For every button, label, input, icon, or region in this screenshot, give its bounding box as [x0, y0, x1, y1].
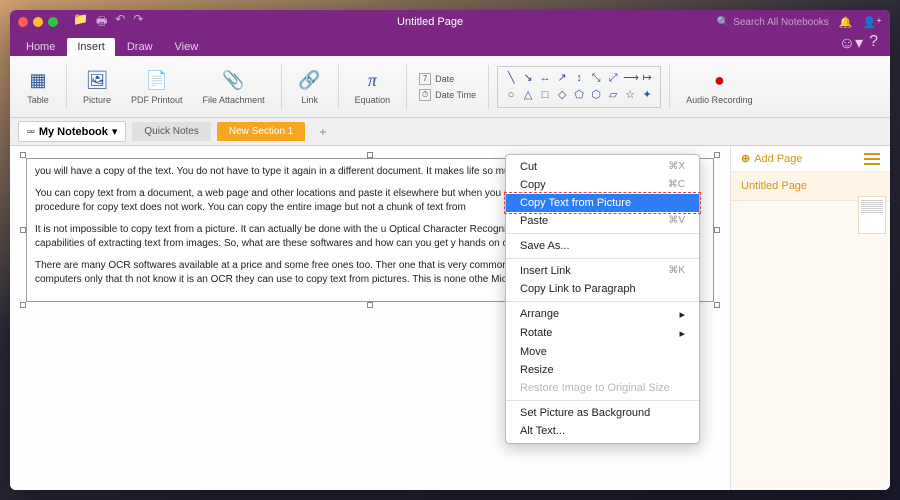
ribbon-tabs: Home Insert Draw View ☺▾ ? [10, 34, 890, 56]
date-icon: 7 [419, 73, 431, 85]
tab-home[interactable]: Home [16, 38, 65, 56]
bell-icon[interactable]: 🔔 [839, 16, 853, 29]
window-title: Untitled Page [143, 16, 716, 28]
folder-icon[interactable]: 📁 [73, 12, 88, 33]
menu-move[interactable]: Move [506, 343, 699, 361]
pdf-button[interactable]: 📄 PDF Printout [123, 67, 191, 107]
page-thumbnail[interactable] [858, 196, 886, 234]
chevron-down-icon: ▾ [112, 125, 118, 138]
close-button[interactable] [18, 17, 28, 27]
window-controls [18, 17, 58, 27]
menu-rotate[interactable]: Rotate▸ [506, 324, 699, 343]
titlebar: 📁 🖶 ↶ ↷ Untitled Page 🔍 Search All Noteb… [10, 10, 890, 34]
pdf-icon: 📄 [145, 69, 169, 93]
link-icon: 🔗 [298, 69, 322, 93]
link-button[interactable]: 🔗 Link [290, 67, 330, 107]
datetime-icon: ⏱ [419, 89, 431, 101]
menu-resize[interactable]: Resize [506, 361, 699, 379]
menu-alt-text[interactable]: Alt Text... [506, 422, 699, 440]
notebook-icon: ▫▫ [27, 126, 35, 138]
record-icon: ● [707, 69, 731, 93]
table-button[interactable]: ▦ Table [18, 67, 58, 107]
table-icon: ▦ [26, 69, 50, 93]
toolbar-quick-icons: 📁 🖶 ↶ ↷ [73, 12, 143, 33]
context-menu: Cut⌘X Copy⌘C Copy Text from Picture Past… [505, 154, 700, 444]
file-attach-button[interactable]: 📎 File Attachment [195, 67, 273, 107]
menu-paste[interactable]: Paste⌘V [506, 212, 699, 230]
search-icon: 🔍 [717, 17, 729, 28]
smile-icon[interactable]: ☺▾ [839, 33, 863, 53]
audio-button[interactable]: ● Audio Recording [678, 67, 761, 107]
ribbon: ▦ Table 🖼 Picture 📄 PDF Printout 📎 File … [10, 56, 890, 118]
menu-insert-link[interactable]: Insert Link⌘K [506, 262, 699, 280]
menu-restore-size: Restore Image to Original Size [506, 379, 699, 397]
add-section-button[interactable]: + [311, 121, 334, 143]
tab-view[interactable]: View [165, 38, 209, 56]
section-tab-new[interactable]: New Section 1 [217, 122, 305, 141]
picture-icon: 🖼 [85, 69, 109, 93]
menu-save-as[interactable]: Save As... [506, 237, 699, 255]
help-icon[interactable]: ? [869, 33, 878, 53]
redo-icon[interactable]: ↷ [133, 12, 143, 33]
notebook-selector[interactable]: ▫▫ My Notebook ▾ [18, 121, 126, 142]
menu-cut[interactable]: Cut⌘X [506, 158, 699, 176]
search-box[interactable]: 🔍 Search All Notebooks [717, 17, 829, 28]
date-button[interactable]: 7 Date [415, 72, 480, 86]
menu-set-background[interactable]: Set Picture as Background [506, 404, 699, 422]
menu-copy[interactable]: Copy⌘C [506, 176, 699, 194]
add-page-button[interactable]: ⊕Add Page [731, 146, 890, 172]
tab-draw[interactable]: Draw [117, 38, 163, 56]
list-view-icon[interactable] [864, 153, 880, 165]
datetime-button[interactable]: ⏱ Date Time [415, 88, 480, 102]
shapes-gallery[interactable]: ╲↘↔↗↕⤡⤢⟶↦ ○△□◇⬠⬡▱☆✦ [497, 66, 661, 108]
content-area: you will have a copy of the text. You do… [10, 146, 890, 490]
app-window: 📁 🖶 ↶ ↷ Untitled Page 🔍 Search All Noteb… [10, 10, 890, 490]
notebook-bar: ▫▫ My Notebook ▾ Quick Notes New Section… [10, 118, 890, 146]
tab-insert[interactable]: Insert [67, 38, 115, 56]
print-icon[interactable]: 🖶 [96, 12, 107, 33]
equation-button[interactable]: π Equation [347, 67, 399, 107]
share-icon[interactable]: 👤⁺ [862, 16, 882, 29]
menu-arrange[interactable]: Arrange▸ [506, 305, 699, 324]
section-tab-quick[interactable]: Quick Notes [132, 122, 210, 141]
minimize-button[interactable] [33, 17, 43, 27]
picture-button[interactable]: 🖼 Picture [75, 67, 119, 107]
menu-copy-text-from-picture[interactable]: Copy Text from Picture [506, 194, 699, 212]
equation-icon: π [360, 69, 384, 93]
menu-copy-link-paragraph[interactable]: Copy Link to Paragraph [506, 280, 699, 298]
maximize-button[interactable] [48, 17, 58, 27]
attachment-icon: 📎 [222, 69, 246, 93]
undo-icon[interactable]: ↶ [115, 12, 125, 33]
